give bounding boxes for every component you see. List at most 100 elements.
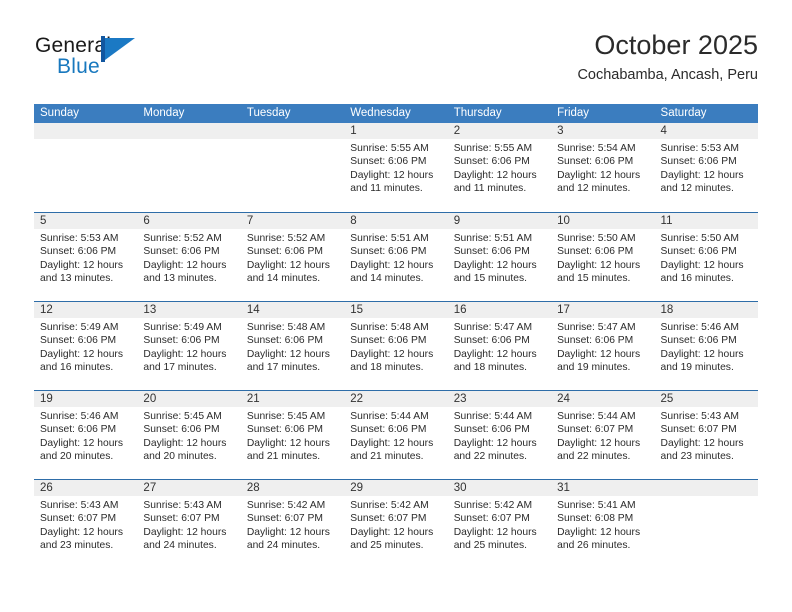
- day-detail-line: Sunrise: 5:43 AM: [40, 500, 119, 511]
- day-detail-line: Daylight: 12 hours: [246, 259, 330, 271]
- day-number: 13: [137, 302, 241, 318]
- calendar-day-cell[interactable]: 8 Sunrise: 5:51 AM Sunset: 6:06 PM Daylight…: [344, 213, 448, 301]
- calendar-day-cell[interactable]: 3 Sunrise: 5:54 AM Sunset: 6:06 PM Daylight…: [551, 123, 655, 212]
- calendar-day-cell[interactable]: 2 Sunrise: 5:55 AM Sunset: 6:06 PM Daylight…: [447, 123, 552, 212]
- day-detail-line: and 22 minutes.: [453, 451, 527, 463]
- day-detail-line: Sunset: 6:06 PM: [350, 156, 427, 168]
- calendar-day-cell[interactable]: 25 Sunrise: 5:43 AM Sunset: 6:07 PM Dayligh…: [654, 391, 758, 479]
- day-number: 24: [551, 391, 655, 407]
- day-detail-line: Daylight: 12 hours: [246, 348, 330, 360]
- day-detail-line: Sunset: 6:06 PM: [660, 246, 737, 258]
- day-detail-line: Daylight: 12 hours: [246, 526, 330, 538]
- day-detail-line: Sunset: 6:06 PM: [557, 156, 634, 168]
- day-detail-lines: Sunrise: 5:49 AM Sunset: 6:06 PM Daylight:…: [137, 318, 240, 375]
- day-detail-line: Daylight: 12 hours: [143, 259, 227, 271]
- calendar-day-cell[interactable]: 12 Sunrise: 5:49 AM Sunset: 6:06 PM Dayligh…: [34, 302, 138, 390]
- day-detail-line: and 22 minutes.: [557, 451, 631, 463]
- day-detail-line: Sunrise: 5:54 AM: [557, 143, 636, 154]
- page-subtitle: Cochabamba, Ancash, Peru: [577, 67, 758, 83]
- day-detail-line: and 21 minutes.: [350, 451, 424, 463]
- day-detail-line: Sunset: 6:06 PM: [143, 424, 220, 436]
- day-number: 3: [551, 123, 655, 139]
- day-detail-line: Sunset: 6:07 PM: [143, 513, 220, 525]
- day-detail-line: Sunrise: 5:53 AM: [660, 143, 739, 154]
- day-detail-lines: [655, 496, 758, 499]
- day-number: 30: [447, 480, 552, 496]
- calendar-day-cell[interactable]: 14 Sunrise: 5:48 AM Sunset: 6:06 PM Dayligh…: [240, 302, 345, 390]
- calendar-day-cell[interactable]: 27 Sunrise: 5:43 AM Sunset: 6:07 PM Dayligh…: [137, 480, 241, 568]
- calendar-day-cell[interactable]: 7 Sunrise: 5:52 AM Sunset: 6:06 PM Daylight…: [240, 213, 345, 301]
- day-detail-line: and 20 minutes.: [40, 451, 114, 463]
- calendar-day-cell[interactable]: 11 Sunrise: 5:50 AM Sunset: 6:06 PM Dayligh…: [654, 213, 758, 301]
- day-detail-line: and 24 minutes.: [143, 540, 217, 552]
- day-detail-line: Daylight: 12 hours: [557, 259, 641, 271]
- day-detail-lines: Sunrise: 5:50 AM Sunset: 6:06 PM Daylight:…: [551, 229, 654, 286]
- day-detail-line: and 24 minutes.: [246, 540, 321, 552]
- calendar-day-cell-empty: [240, 123, 345, 212]
- calendar-day-cell[interactable]: 26 Sunrise: 5:43 AM Sunset: 6:07 PM Dayligh…: [34, 480, 138, 568]
- day-number: 17: [551, 302, 655, 318]
- day-detail-line: Daylight: 12 hours: [557, 437, 641, 449]
- calendar-day-cell[interactable]: 19 Sunrise: 5:46 AM Sunset: 6:06 PM Dayligh…: [34, 391, 138, 479]
- day-detail-line: Daylight: 12 hours: [453, 169, 537, 181]
- calendar-week-row: 19 Sunrise: 5:46 AM Sunset: 6:06 PM Dayligh…: [34, 390, 758, 479]
- calendar-day-cell[interactable]: 10 Sunrise: 5:50 AM Sunset: 6:06 PM Dayligh…: [551, 213, 655, 301]
- day-detail-line: Sunset: 6:07 PM: [246, 513, 323, 525]
- title-block: October 2025 Cochabamba, Ancash, Peru: [577, 28, 758, 84]
- calendar-day-cell[interactable]: 9 Sunrise: 5:51 AM Sunset: 6:06 PM Daylight…: [447, 213, 552, 301]
- brand-logo[interactable]: General Blue: [35, 34, 225, 84]
- day-detail-line: Sunrise: 5:49 AM: [40, 322, 119, 333]
- day-detail-lines: Sunrise: 5:53 AM Sunset: 6:06 PM Daylight:…: [655, 139, 758, 196]
- day-detail-line: Sunrise: 5:44 AM: [453, 411, 533, 422]
- day-detail-line: Sunset: 6:07 PM: [40, 513, 117, 525]
- calendar-day-cell[interactable]: 4 Sunrise: 5:53 AM Sunset: 6:06 PM Daylight…: [654, 123, 758, 212]
- day-detail-line: Sunset: 6:06 PM: [557, 335, 634, 347]
- day-detail-lines: Sunrise: 5:41 AM Sunset: 6:08 PM Daylight:…: [551, 496, 654, 553]
- calendar-day-cell[interactable]: 15 Sunrise: 5:48 AM Sunset: 6:06 PM Dayligh…: [344, 302, 448, 390]
- day-detail-line: Sunset: 6:07 PM: [350, 513, 427, 525]
- day-number: 12: [34, 302, 138, 318]
- day-detail-line: and 11 minutes.: [350, 183, 423, 195]
- day-detail-line: Daylight: 12 hours: [453, 259, 537, 271]
- day-detail-line: Daylight: 12 hours: [40, 437, 123, 449]
- day-number: 11: [654, 213, 758, 229]
- calendar-day-cell[interactable]: 13 Sunrise: 5:49 AM Sunset: 6:06 PM Dayligh…: [137, 302, 241, 390]
- day-detail-lines: Sunrise: 5:54 AM Sunset: 6:06 PM Daylight:…: [551, 139, 654, 196]
- day-detail-line: Sunset: 6:06 PM: [453, 246, 530, 258]
- day-detail-line: Daylight: 12 hours: [660, 437, 744, 449]
- day-detail-line: Sunset: 6:06 PM: [40, 424, 117, 436]
- calendar-page: General Blue October 2025 Cochabamba, An…: [0, 0, 792, 612]
- day-detail-line: Sunrise: 5:44 AM: [557, 411, 636, 422]
- calendar-day-cell[interactable]: 28 Sunrise: 5:42 AM Sunset: 6:07 PM Dayligh…: [240, 480, 345, 568]
- calendar-day-cell[interactable]: 30 Sunrise: 5:42 AM Sunset: 6:07 PM Dayligh…: [447, 480, 552, 568]
- calendar-day-cell[interactable]: 6 Sunrise: 5:52 AM Sunset: 6:06 PM Daylight…: [137, 213, 241, 301]
- calendar-day-cell[interactable]: 23 Sunrise: 5:44 AM Sunset: 6:06 PM Dayligh…: [447, 391, 552, 479]
- calendar-day-cell[interactable]: 1 Sunrise: 5:55 AM Sunset: 6:06 PM Daylight…: [344, 123, 448, 212]
- day-detail-line: Sunset: 6:07 PM: [660, 424, 737, 436]
- day-detail-line: Daylight: 12 hours: [557, 348, 641, 360]
- day-detail-line: Daylight: 12 hours: [660, 259, 744, 271]
- day-detail-lines: Sunrise: 5:47 AM Sunset: 6:06 PM Daylight:…: [551, 318, 654, 375]
- calendar-day-cell[interactable]: 16 Sunrise: 5:47 AM Sunset: 6:06 PM Dayligh…: [447, 302, 552, 390]
- calendar-day-cell[interactable]: 20 Sunrise: 5:45 AM Sunset: 6:06 PM Dayligh…: [137, 391, 241, 479]
- day-detail-line: Sunset: 6:06 PM: [350, 424, 427, 436]
- calendar-day-cell[interactable]: 17 Sunrise: 5:47 AM Sunset: 6:06 PM Dayligh…: [551, 302, 655, 390]
- calendar-day-cell[interactable]: 18 Sunrise: 5:46 AM Sunset: 6:06 PM Dayligh…: [654, 302, 758, 390]
- calendar-day-cell[interactable]: 24 Sunrise: 5:44 AM Sunset: 6:07 PM Dayligh…: [551, 391, 655, 479]
- calendar-day-cell[interactable]: 29 Sunrise: 5:42 AM Sunset: 6:07 PM Dayligh…: [344, 480, 448, 568]
- day-number: 16: [447, 302, 552, 318]
- day-detail-line: Daylight: 12 hours: [557, 169, 641, 181]
- calendar-day-cell[interactable]: 21 Sunrise: 5:45 AM Sunset: 6:06 PM Dayligh…: [240, 391, 345, 479]
- day-detail-line: and 13 minutes.: [143, 273, 217, 285]
- weekday-header-saturday: Saturday: [660, 107, 707, 119]
- day-detail-line: and 18 minutes.: [453, 362, 527, 374]
- calendar-day-cell[interactable]: 22 Sunrise: 5:44 AM Sunset: 6:06 PM Dayligh…: [344, 391, 448, 479]
- day-detail-lines: Sunrise: 5:44 AM Sunset: 6:06 PM Daylight:…: [344, 407, 447, 464]
- day-detail-line: and 15 minutes.: [557, 273, 631, 285]
- calendar-day-cell[interactable]: 31 Sunrise: 5:41 AM Sunset: 6:08 PM Dayligh…: [551, 480, 655, 568]
- weekday-header-tuesday: Tuesday: [246, 107, 291, 119]
- day-detail-lines: Sunrise: 5:44 AM Sunset: 6:06 PM Daylight:…: [448, 407, 551, 464]
- day-detail-line: Daylight: 12 hours: [350, 348, 434, 360]
- day-detail-line: Sunrise: 5:42 AM: [453, 500, 533, 511]
- calendar-day-cell[interactable]: 5 Sunrise: 5:53 AM Sunset: 6:06 PM Daylight…: [34, 213, 138, 301]
